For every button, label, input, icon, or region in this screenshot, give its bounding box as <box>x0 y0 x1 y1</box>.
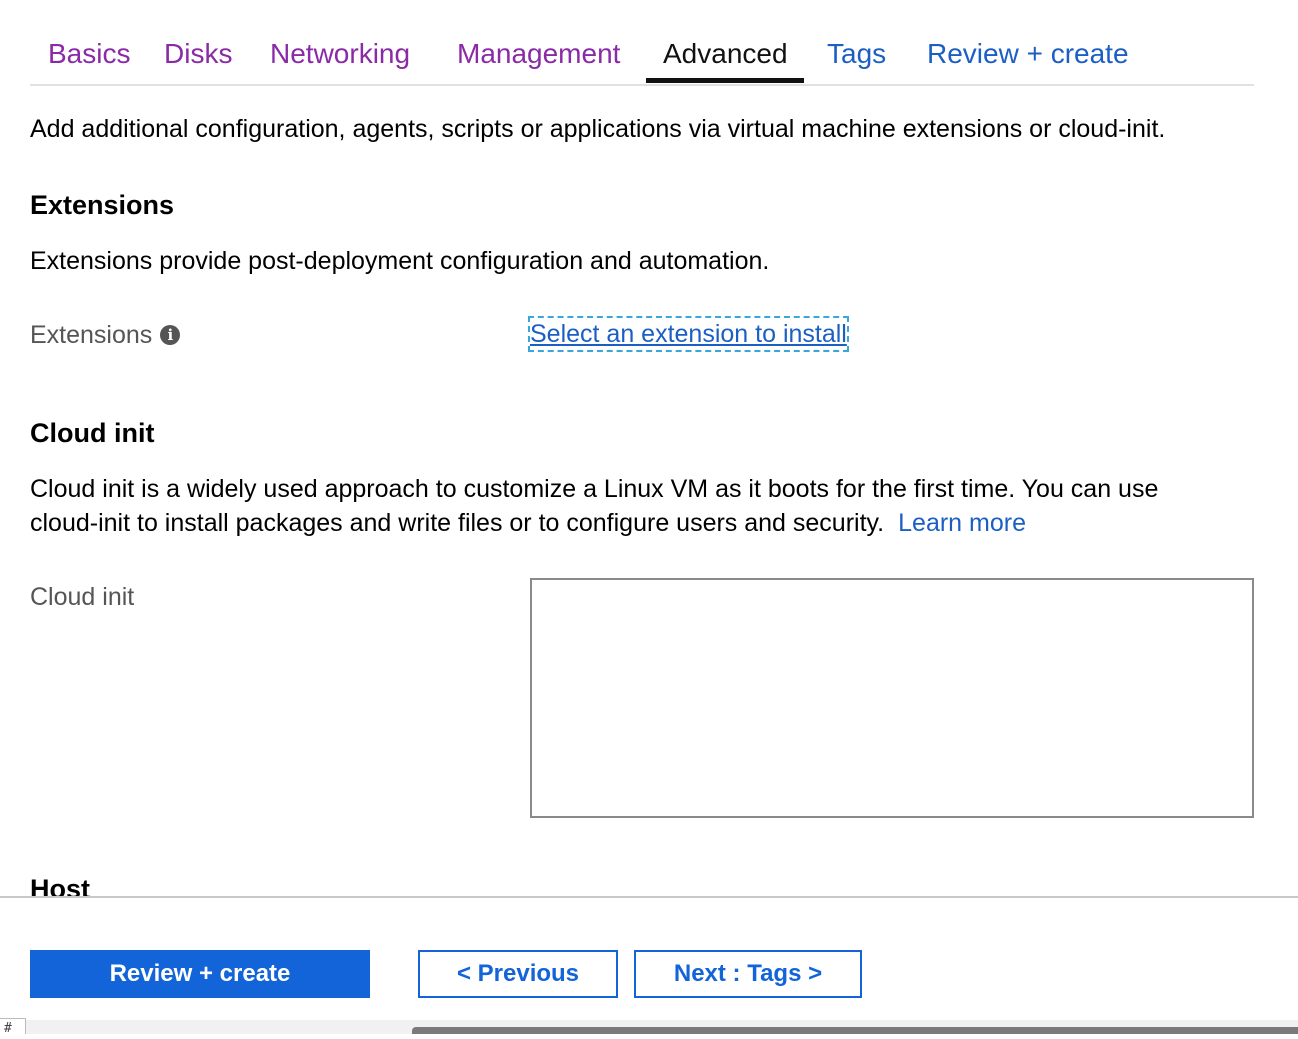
hash-icon: # <box>0 1018 26 1036</box>
active-tab-indicator <box>646 78 804 83</box>
next-tags-button[interactable]: Next : Tags > <box>634 950 862 998</box>
footer-bar: Review + create < Previous Next : Tags > <box>0 896 1298 1034</box>
tab-disks[interactable]: Disks <box>164 36 232 72</box>
extensions-field-label: Extensions i <box>30 318 181 352</box>
select-extension-link[interactable]: Select an extension to install <box>528 316 849 352</box>
page-description: Add additional configuration, agents, sc… <box>30 115 1166 143</box>
info-icon[interactable]: i <box>160 324 181 345</box>
cloud-init-field-label: Cloud init <box>30 583 135 611</box>
tab-bar: Basics Disks Networking Management Advan… <box>30 0 1254 86</box>
tab-advanced[interactable]: Advanced <box>663 36 788 72</box>
previous-button[interactable]: < Previous <box>418 950 618 998</box>
review-create-button[interactable]: Review + create <box>30 950 370 998</box>
extensions-label-text: Extensions <box>30 321 153 349</box>
tab-review-create[interactable]: Review + create <box>927 36 1129 72</box>
cloud-init-heading: Cloud init <box>30 418 155 448</box>
tab-management[interactable]: Management <box>457 36 620 72</box>
cloud-init-description: Cloud init is a widely used approach to … <box>30 472 1230 540</box>
extensions-description: Extensions provide post-deployment confi… <box>30 247 770 275</box>
extensions-heading: Extensions <box>30 190 175 220</box>
cloud-init-textarea[interactable] <box>530 578 1254 818</box>
tab-networking[interactable]: Networking <box>270 36 410 72</box>
learn-more-link[interactable]: Learn more <box>898 509 1026 537</box>
tab-tags[interactable]: Tags <box>827 36 886 72</box>
scrollbar-thumb[interactable] <box>412 1027 1298 1034</box>
tab-basics[interactable]: Basics <box>48 36 130 72</box>
